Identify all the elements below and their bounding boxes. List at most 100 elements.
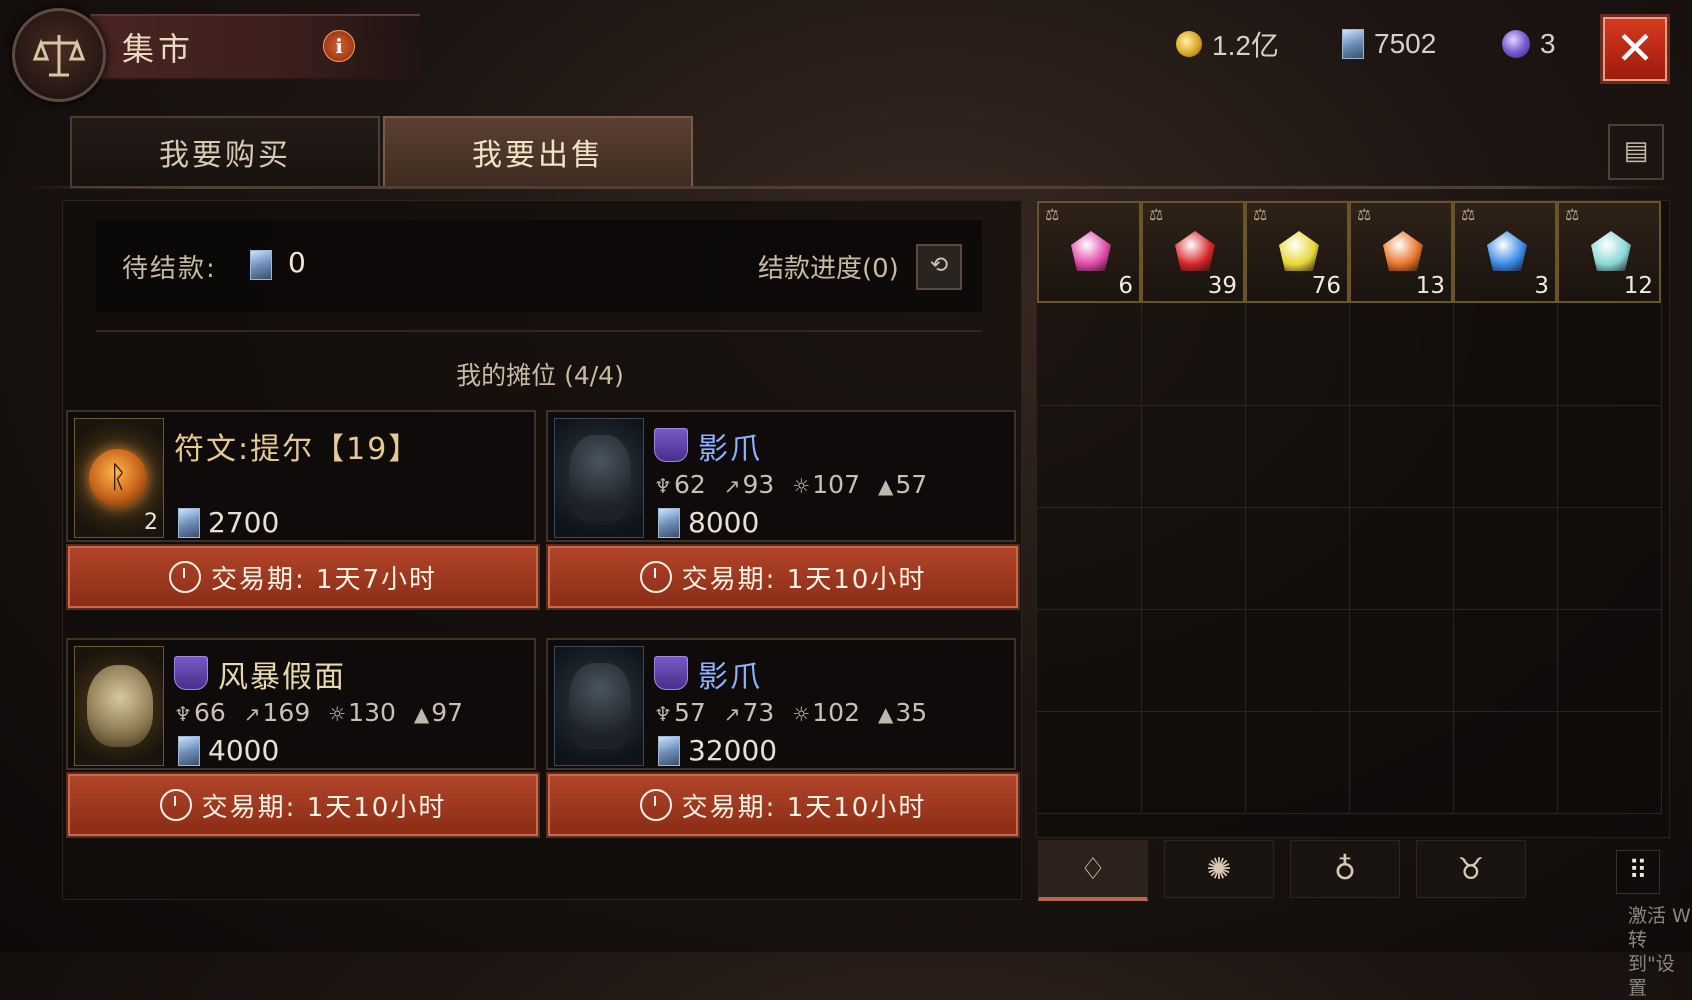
listing-card[interactable]: 风暴假面 ♆66 ↗169 ☼130 ▲97 4000 交易期: 1天10小时 xyxy=(66,638,540,838)
stat-vitality: ☼107 xyxy=(792,470,860,499)
price-value: 8000 xyxy=(688,506,760,539)
trade-timer-text: 交易期: 1天10小时 xyxy=(681,564,927,595)
trade-timer-button[interactable]: 交易期: 1天10小时 xyxy=(546,544,1020,610)
filter-demon-icon[interactable]: ♉ xyxy=(1416,840,1526,898)
gem-cyan-icon xyxy=(1591,231,1631,271)
inventory-slot-empty[interactable] xyxy=(1141,405,1246,508)
clock-icon xyxy=(639,561,672,593)
stat-speed: ↗169 xyxy=(243,698,311,727)
separator xyxy=(96,330,982,332)
inventory-slot-empty[interactable] xyxy=(1349,507,1454,610)
activation-watermark: 激活 W 转到"设置 xyxy=(1628,905,1691,999)
inventory-slot-empty[interactable] xyxy=(1141,711,1246,814)
inventory-slot-empty[interactable] xyxy=(1141,507,1246,610)
inventory-slot-empty[interactable] xyxy=(1141,609,1246,712)
inventory-slot-empty[interactable] xyxy=(1349,303,1454,406)
item-name: 符文:提尔【19】 xyxy=(174,432,421,467)
trade-timer-button[interactable]: 交易期: 1天10小时 xyxy=(66,772,540,838)
inventory-slot-empty[interactable] xyxy=(1141,303,1246,406)
inventory-slot-empty[interactable] xyxy=(1453,711,1558,814)
item-name: 风暴假面 xyxy=(218,660,346,695)
gem-orange-icon xyxy=(1383,231,1423,271)
page-title: 集市 xyxy=(122,30,195,68)
inventory-slot-empty[interactable] xyxy=(1557,609,1662,712)
gem-count: 12 xyxy=(1623,273,1653,299)
inventory-slot-orange[interactable]: ⚖ 13 xyxy=(1349,201,1453,303)
rune-icon: ᚱ xyxy=(89,449,147,507)
filter-gems-icon[interactable]: ♢ xyxy=(1038,840,1148,901)
listing-info: 影爪 ♆57 ↗73 ☼102 ▲35 32000 xyxy=(546,638,1016,770)
inventory-slot-empty[interactable] xyxy=(1349,609,1454,712)
tab-buy[interactable]: 我要购买 xyxy=(70,116,380,188)
gem-blue-icon xyxy=(1487,231,1527,271)
item-quantity: 2 xyxy=(144,510,158,535)
stat-vitality: ☼130 xyxy=(328,698,396,727)
inventory-slot-empty[interactable] xyxy=(1037,303,1142,406)
inventory-slot-yellow[interactable]: ⚖ 76 xyxy=(1245,201,1349,303)
tradeable-icon: ⚖ xyxy=(1357,205,1372,224)
item-thumbnail xyxy=(554,646,644,766)
inventory-slot-red[interactable]: ⚖ 39 xyxy=(1141,201,1245,303)
tradeable-icon: ⚖ xyxy=(1045,205,1060,224)
item-stats: ♆57 ↗73 ☼102 ▲35 xyxy=(654,698,927,727)
grid-view-icon[interactable]: ⠿ xyxy=(1616,850,1660,894)
listing-card[interactable]: ᚱ 2 符文:提尔【19】 2700 交易期: 1天7小时 xyxy=(66,410,540,610)
filter-runes-icon[interactable]: ✺ xyxy=(1164,840,1274,898)
filter-materials-icon[interactable]: ♁ xyxy=(1290,840,1400,898)
inventory-slot-empty[interactable] xyxy=(1245,609,1350,712)
inventory-slot-empty[interactable] xyxy=(1557,507,1662,610)
crystal-amount: 7502 xyxy=(1374,28,1437,59)
inventory-slot-empty[interactable] xyxy=(1245,303,1350,406)
crystal-currency: 7502 xyxy=(1342,26,1436,62)
inventory-slot-empty[interactable] xyxy=(1349,711,1454,814)
stat-defense: ▲35 xyxy=(877,698,928,727)
gem-count: 13 xyxy=(1415,273,1445,299)
item-name: 影爪 xyxy=(698,432,762,467)
inventory-slot-empty[interactable] xyxy=(1037,711,1142,814)
inventory-slot-empty[interactable] xyxy=(1557,303,1662,406)
item-name: 影爪 xyxy=(698,660,762,695)
inventory-slot-empty[interactable] xyxy=(1349,405,1454,508)
stat-attack: ♆57 xyxy=(654,698,706,727)
close-button[interactable]: ✕ xyxy=(1600,14,1670,84)
gem-count: 76 xyxy=(1311,273,1341,299)
trade-timer-button[interactable]: 交易期: 1天10小时 xyxy=(546,772,1020,838)
trade-timer-text: 交易期: 1天7小时 xyxy=(210,564,438,595)
inventory-slot-empty[interactable] xyxy=(1245,507,1350,610)
info-button[interactable]: i xyxy=(323,30,355,62)
gold-currency: 1.2亿 xyxy=(1176,26,1279,62)
inventory-slot-empty[interactable] xyxy=(1453,609,1558,712)
tradeable-icon: ⚖ xyxy=(1149,205,1164,224)
inventory-slot-empty[interactable] xyxy=(1557,405,1662,508)
tab-sell[interactable]: 我要出售 xyxy=(383,116,693,188)
inventory-slot-empty[interactable] xyxy=(1453,303,1558,406)
orb-amount: 3 xyxy=(1540,28,1556,59)
orb-icon xyxy=(1502,30,1530,58)
inventory-slot-empty[interactable] xyxy=(1453,405,1558,508)
inventory-slot-empty[interactable] xyxy=(1453,507,1558,610)
inventory-slot-empty[interactable] xyxy=(1245,405,1350,508)
listing-card[interactable]: 影爪 ♆62 ↗93 ☼107 ▲57 8000 交易期: 1天10小时 xyxy=(546,410,1020,610)
crystal-icon xyxy=(658,507,680,538)
stalls-title: 我的摊位 (4/4) xyxy=(456,361,624,390)
trade-timer-button[interactable]: 交易期: 1天7小时 xyxy=(66,544,540,610)
item-price: 32000 xyxy=(658,734,777,767)
gold-amount: 1.2亿 xyxy=(1212,30,1279,61)
inventory-slot-empty[interactable] xyxy=(1245,711,1350,814)
inventory-slot-blue[interactable]: ⚖ 3 xyxy=(1453,201,1557,303)
inventory-slot-empty[interactable] xyxy=(1037,405,1142,508)
history-icon[interactable]: ▤ xyxy=(1608,124,1664,180)
trade-timer-text: 交易期: 1天10小时 xyxy=(201,792,447,823)
item-stats: ♆62 ↗93 ☼107 ▲57 xyxy=(654,470,927,499)
tradeable-icon: ⚖ xyxy=(1253,205,1268,224)
inventory-slot-empty[interactable] xyxy=(1557,711,1662,814)
inventory-slot-pink[interactable]: ⚖ 6 xyxy=(1037,201,1141,303)
inventory-slot-empty[interactable] xyxy=(1037,507,1142,610)
tradeable-icon: ⚖ xyxy=(1461,205,1476,224)
gem-count: 3 xyxy=(1534,273,1549,299)
inventory-slot-cyan[interactable]: ⚖ 12 xyxy=(1557,201,1661,303)
rarity-badge-icon xyxy=(654,656,688,690)
settlement-scroll-icon[interactable]: ⟲ xyxy=(916,244,962,290)
inventory-slot-empty[interactable] xyxy=(1037,609,1142,712)
listing-card[interactable]: 影爪 ♆57 ↗73 ☼102 ▲35 32000 交易期: 1天10小时 xyxy=(546,638,1020,838)
